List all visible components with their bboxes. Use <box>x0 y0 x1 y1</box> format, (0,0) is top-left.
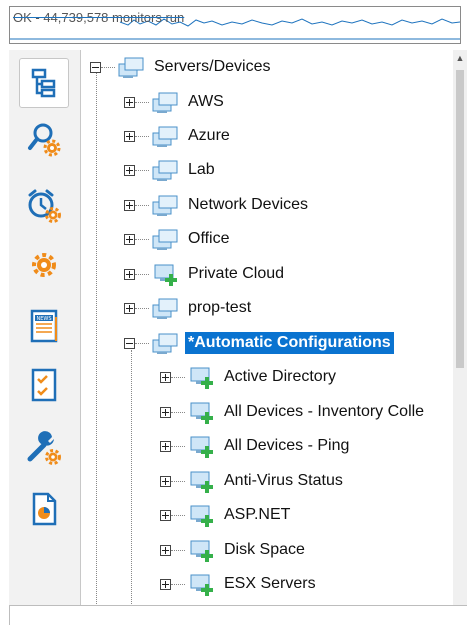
collapse-toggle[interactable] <box>124 337 135 349</box>
gear-icon <box>32 253 56 277</box>
scroll-thumb[interactable] <box>456 70 464 368</box>
settings-button[interactable] <box>19 240 69 290</box>
tree-guide <box>96 72 97 605</box>
divider <box>9 606 10 625</box>
tree-node-label-selected: *Automatic Configurations <box>185 332 394 354</box>
status-text: OK - 44,739,578 monitors run <box>13 10 185 25</box>
device-add-icon <box>190 471 213 493</box>
device-add-icon <box>154 264 177 286</box>
tree-node-label: Disk Space <box>224 541 305 558</box>
server-group-icon <box>152 229 178 250</box>
vertical-scrollbar[interactable]: ▲ <box>453 50 467 605</box>
scheduled-monitors-button[interactable] <box>19 180 69 230</box>
server-group-icon <box>152 92 178 113</box>
reports-button[interactable] <box>19 484 69 534</box>
tree-node-label: Private Cloud <box>188 265 285 282</box>
tree-node-label: Azure <box>188 127 230 144</box>
expand-toggle[interactable] <box>124 268 135 280</box>
tree-node-root[interactable]: Servers/Devices <box>90 51 273 83</box>
news-button[interactable]: NEWS <box>19 302 69 352</box>
search-settings-button[interactable] <box>19 114 69 164</box>
tree-guide <box>131 350 132 605</box>
tree-node-label: All Devices - Inventory Colle <box>224 403 425 420</box>
expand-toggle[interactable] <box>160 544 171 556</box>
expand-toggle[interactable] <box>160 509 171 521</box>
server-group-icon <box>152 195 178 216</box>
divider <box>9 605 467 606</box>
tree-node-disk-space[interactable]: Disk Space <box>160 534 308 566</box>
tree-node-anti-virus-status[interactable]: Anti-Virus Status <box>160 465 346 497</box>
tree-node-label: Office <box>188 230 230 247</box>
tree-node-active-directory[interactable]: Active Directory <box>160 361 339 393</box>
device-add-icon <box>190 505 213 527</box>
tree-node-label: Network Devices <box>188 196 309 213</box>
expand-toggle[interactable] <box>160 406 171 418</box>
expand-toggle[interactable] <box>124 302 135 314</box>
tree-node-label: All Devices - Ping <box>224 437 350 454</box>
expand-toggle[interactable] <box>160 578 171 590</box>
device-add-icon <box>190 402 213 424</box>
report-chart-icon <box>32 492 57 526</box>
alarm-clock-gear-icon <box>28 189 61 223</box>
tree-node-label: Anti-Virus Status <box>224 472 343 489</box>
tree-view-button[interactable] <box>19 58 69 108</box>
tree-node-label: prop-test <box>188 299 252 316</box>
tree-node-esx-servers[interactable]: ESX Servers <box>160 568 319 600</box>
server-group-icon <box>152 298 178 319</box>
expand-toggle[interactable] <box>124 199 135 211</box>
server-group-icon <box>152 126 178 147</box>
tree-node-azure[interactable]: Azure <box>124 120 233 152</box>
tree-node-label: ASP.NET <box>224 506 291 523</box>
expand-toggle[interactable] <box>160 475 171 487</box>
tree-node-private-cloud[interactable]: Private Cloud <box>124 258 287 290</box>
tree-node-all-devices-inventory[interactable]: All Devices - Inventory Colle <box>160 396 427 428</box>
tree-node-network-devices[interactable]: Network Devices <box>124 189 311 221</box>
server-group-icon <box>152 160 178 181</box>
tree-node-lab[interactable]: Lab <box>124 154 218 186</box>
magnifier-gear-icon <box>28 123 61 157</box>
expand-toggle[interactable] <box>160 371 171 383</box>
left-toolbar: NEWS <box>9 50 81 605</box>
collapse-toggle[interactable] <box>90 61 101 73</box>
checklist-icon <box>31 368 57 402</box>
tree-node-label: AWS <box>188 93 224 110</box>
scroll-up-arrow-icon[interactable]: ▲ <box>453 50 467 66</box>
tree-node-label: Servers/Devices <box>154 58 271 75</box>
device-tree[interactable]: Servers/Devices AWS Azure Lab Network De… <box>81 50 453 605</box>
expand-toggle[interactable] <box>124 96 135 108</box>
tree-node-label: ESX Servers <box>224 575 316 592</box>
wrench-gear-icon <box>27 431 61 465</box>
tree-view-icon <box>31 68 56 98</box>
tree-node-automatic-configurations[interactable]: *Automatic Configurations <box>124 327 394 359</box>
checklist-button[interactable] <box>19 360 69 410</box>
tree-node-label: Lab <box>188 161 215 178</box>
tools-button[interactable] <box>19 422 69 472</box>
device-add-icon <box>190 540 213 562</box>
news-icon: NEWS <box>30 309 58 343</box>
expand-toggle[interactable] <box>160 440 171 452</box>
server-group-icon <box>152 333 178 354</box>
tree-node-office[interactable]: Office <box>124 223 233 255</box>
server-group-icon <box>118 57 144 78</box>
tree-node-aws[interactable]: AWS <box>124 86 227 118</box>
tree-node-asp-net[interactable]: ASP.NET <box>160 499 293 531</box>
device-add-icon <box>190 436 213 458</box>
expand-toggle[interactable] <box>124 233 135 245</box>
status-bar: OK - 44,739,578 monitors run <box>9 6 461 44</box>
tree-node-prop-test[interactable]: prop-test <box>124 292 254 324</box>
tree-node-label: Active Directory <box>224 368 337 385</box>
device-add-icon <box>190 367 213 389</box>
tree-node-all-devices-ping[interactable]: All Devices - Ping <box>160 430 352 462</box>
expand-toggle[interactable] <box>124 130 135 142</box>
device-add-icon <box>190 574 213 596</box>
expand-toggle[interactable] <box>124 164 135 176</box>
svg-text:NEWS: NEWS <box>36 316 51 322</box>
